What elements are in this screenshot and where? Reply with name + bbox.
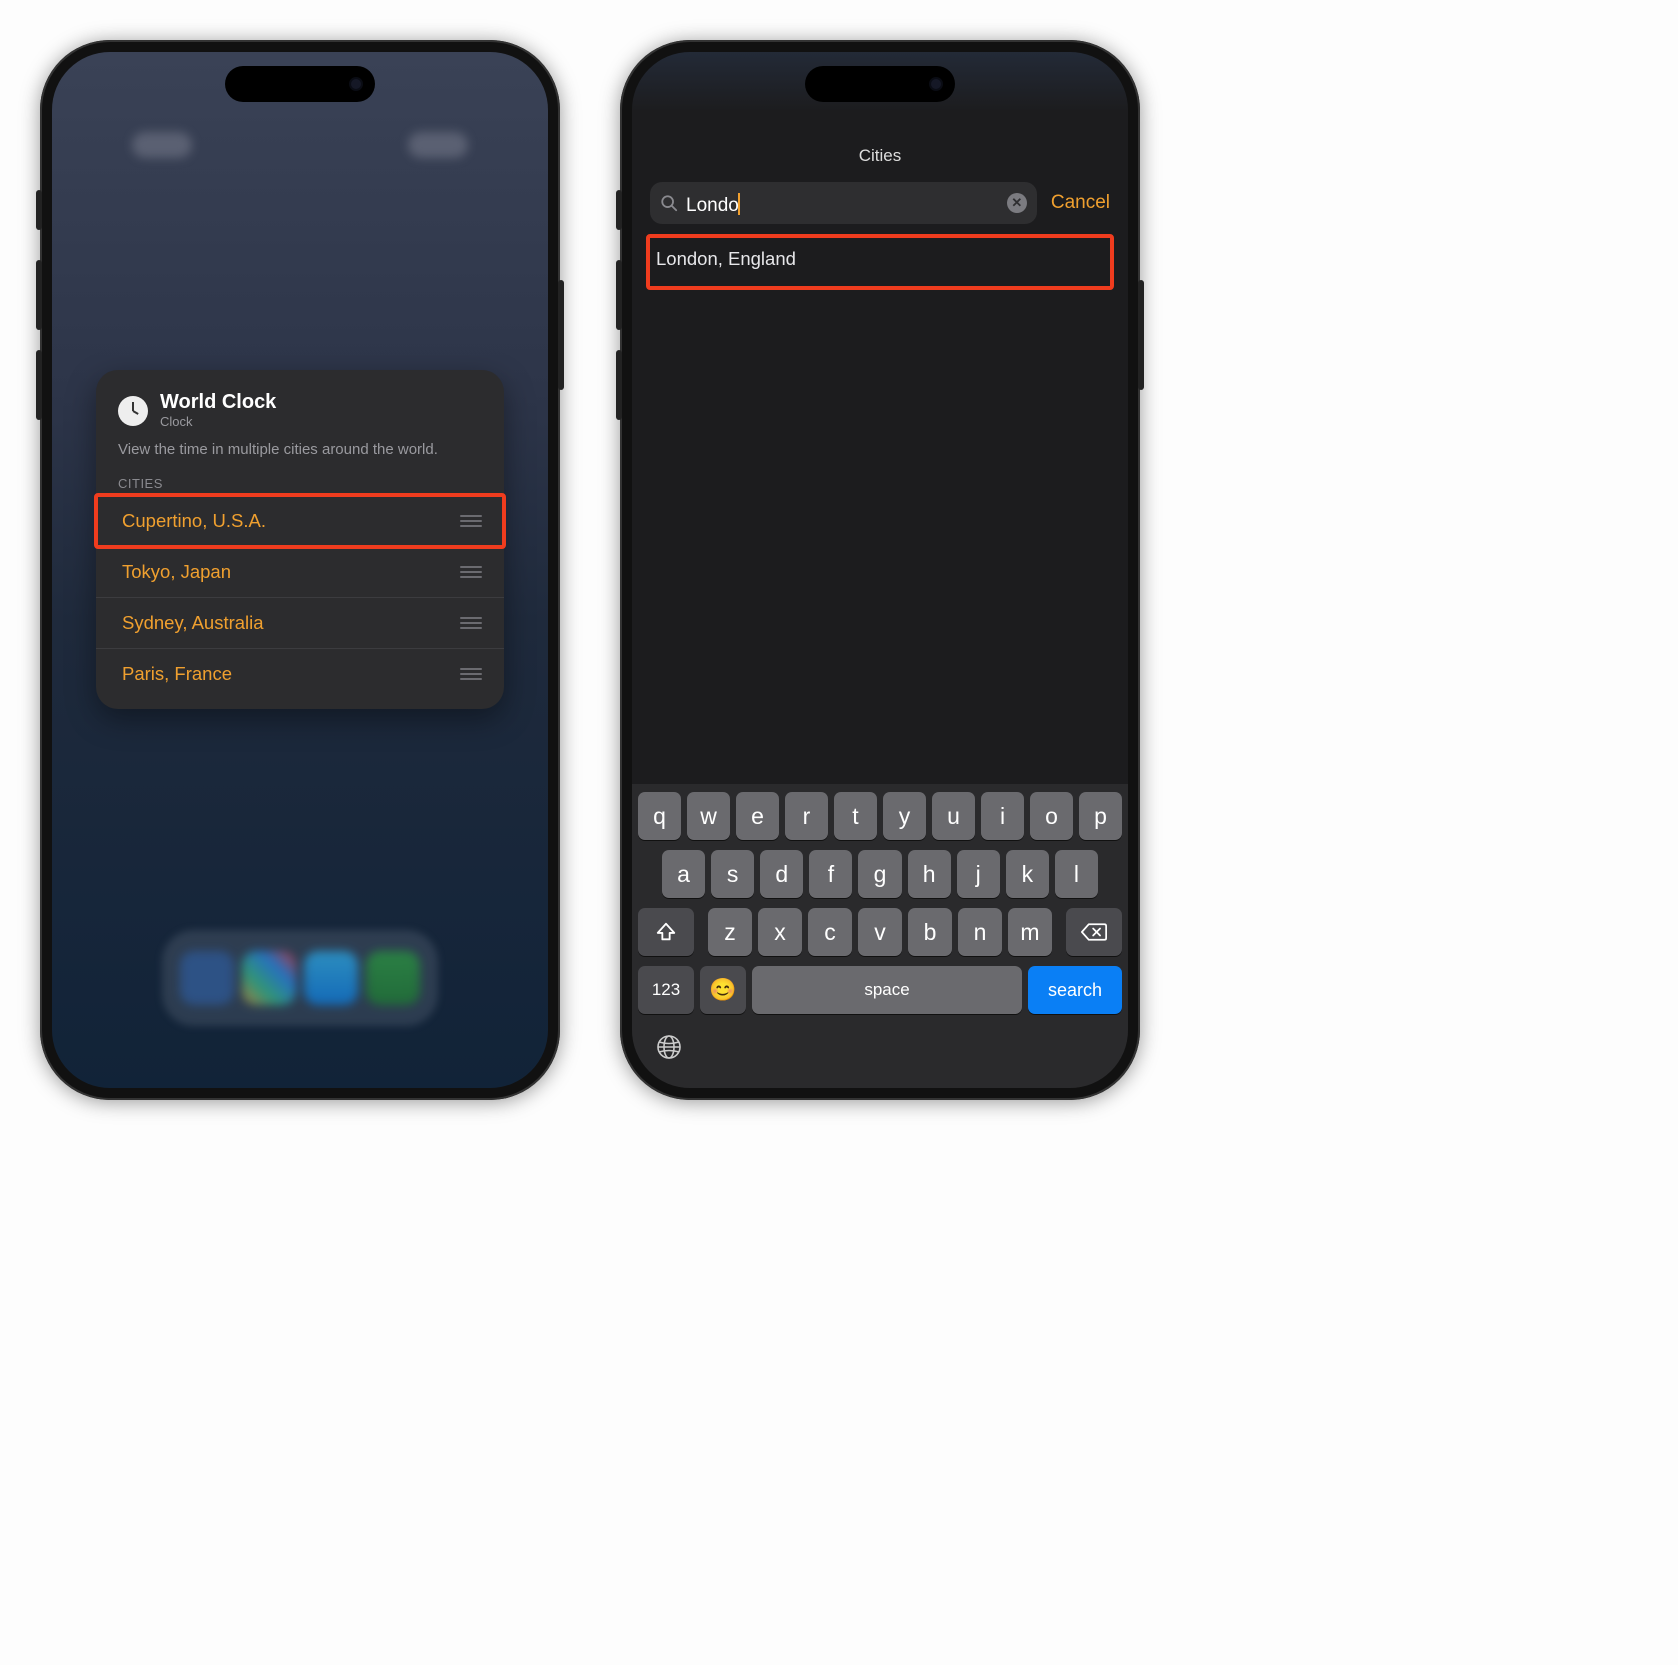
volume-up-button <box>36 260 42 330</box>
onscreen-keyboard: qwertyuiop asdfghjkl zxcvbnm <box>632 784 1128 1088</box>
volume-up-button <box>616 260 622 330</box>
screen-title: Cities <box>632 146 1128 166</box>
key-m[interactable]: m <box>1008 908 1052 956</box>
key-b[interactable]: b <box>908 908 952 956</box>
key-t[interactable]: t <box>834 792 877 840</box>
key-g[interactable]: g <box>858 850 901 898</box>
key-n[interactable]: n <box>958 908 1002 956</box>
key-o[interactable]: o <box>1030 792 1073 840</box>
key-k[interactable]: k <box>1006 850 1049 898</box>
drag-handle-icon[interactable] <box>460 617 482 629</box>
emoji-key[interactable]: 😊 <box>700 966 746 1014</box>
key-p[interactable]: p <box>1079 792 1122 840</box>
search-key[interactable]: search <box>1028 966 1122 1014</box>
key-a[interactable]: a <box>662 850 705 898</box>
status-bar-blur <box>132 132 468 162</box>
volume-down-button <box>36 350 42 420</box>
drag-handle-icon[interactable] <box>460 566 482 578</box>
shift-icon <box>655 921 677 943</box>
text-cursor <box>738 193 740 215</box>
key-z[interactable]: z <box>708 908 752 956</box>
clear-search-button[interactable]: ✕ <box>1007 193 1027 213</box>
key-s[interactable]: s <box>711 850 754 898</box>
key-f[interactable]: f <box>809 850 852 898</box>
city-row[interactable]: Sydney, Australia <box>96 597 504 648</box>
key-v[interactable]: v <box>858 908 902 956</box>
widget-title: World Clock <box>160 392 276 412</box>
drag-handle-icon[interactable] <box>460 668 482 680</box>
shift-key[interactable] <box>638 908 694 956</box>
search-icon <box>660 194 678 212</box>
key-j[interactable]: j <box>957 850 1000 898</box>
world-clock-widget-settings: World Clock Clock View the time in multi… <box>96 370 504 709</box>
city-search-screen: Cities Londo ✕ Cancel London, England <box>632 52 1128 1088</box>
iphone-mockup-left: World Clock Clock View the time in multi… <box>40 40 560 1100</box>
backspace-icon <box>1081 922 1107 942</box>
city-row[interactable]: Tokyo, Japan <box>96 546 504 597</box>
backspace-key[interactable] <box>1066 908 1122 956</box>
volume-down-button <box>616 350 622 420</box>
clock-icon <box>118 396 148 426</box>
dock-blur <box>162 930 438 1026</box>
power-button <box>558 280 564 390</box>
key-i[interactable]: i <box>981 792 1024 840</box>
side-button <box>36 190 42 230</box>
dynamic-island <box>225 66 375 102</box>
search-result-row[interactable]: London, England <box>646 234 1114 284</box>
widget-config-screen: World Clock Clock View the time in multi… <box>52 52 548 1088</box>
space-key[interactable]: space <box>752 966 1022 1014</box>
key-l[interactable]: l <box>1055 850 1098 898</box>
search-input[interactable]: Londo ✕ <box>650 182 1037 224</box>
search-value: Londo <box>686 195 739 216</box>
city-label: Cupertino, U.S.A. <box>122 510 266 532</box>
widget-description: View the time in multiple cities around … <box>96 437 504 476</box>
iphone-mockup-right: Cities Londo ✕ Cancel London, England <box>620 40 1140 1100</box>
key-y[interactable]: y <box>883 792 926 840</box>
side-button <box>616 190 622 230</box>
drag-handle-icon[interactable] <box>460 515 482 527</box>
cancel-button[interactable]: Cancel <box>1051 192 1110 214</box>
numbers-key[interactable]: 123 <box>638 966 694 1014</box>
city-label: Tokyo, Japan <box>122 561 231 583</box>
key-x[interactable]: x <box>758 908 802 956</box>
city-label: Sydney, Australia <box>122 612 264 634</box>
key-q[interactable]: q <box>638 792 681 840</box>
key-d[interactable]: d <box>760 850 803 898</box>
city-label: Paris, France <box>122 663 232 685</box>
city-row[interactable]: Paris, France <box>96 648 504 699</box>
key-h[interactable]: h <box>908 850 951 898</box>
power-button <box>1138 280 1144 390</box>
globe-icon[interactable] <box>656 1034 682 1060</box>
key-w[interactable]: w <box>687 792 730 840</box>
key-c[interactable]: c <box>808 908 852 956</box>
widget-app-name: Clock <box>160 414 276 429</box>
dynamic-island <box>805 66 955 102</box>
city-row[interactable]: Cupertino, U.S.A. <box>96 495 504 546</box>
key-e[interactable]: e <box>736 792 779 840</box>
cities-section-label: CITIES <box>96 476 504 491</box>
key-r[interactable]: r <box>785 792 828 840</box>
key-u[interactable]: u <box>932 792 975 840</box>
